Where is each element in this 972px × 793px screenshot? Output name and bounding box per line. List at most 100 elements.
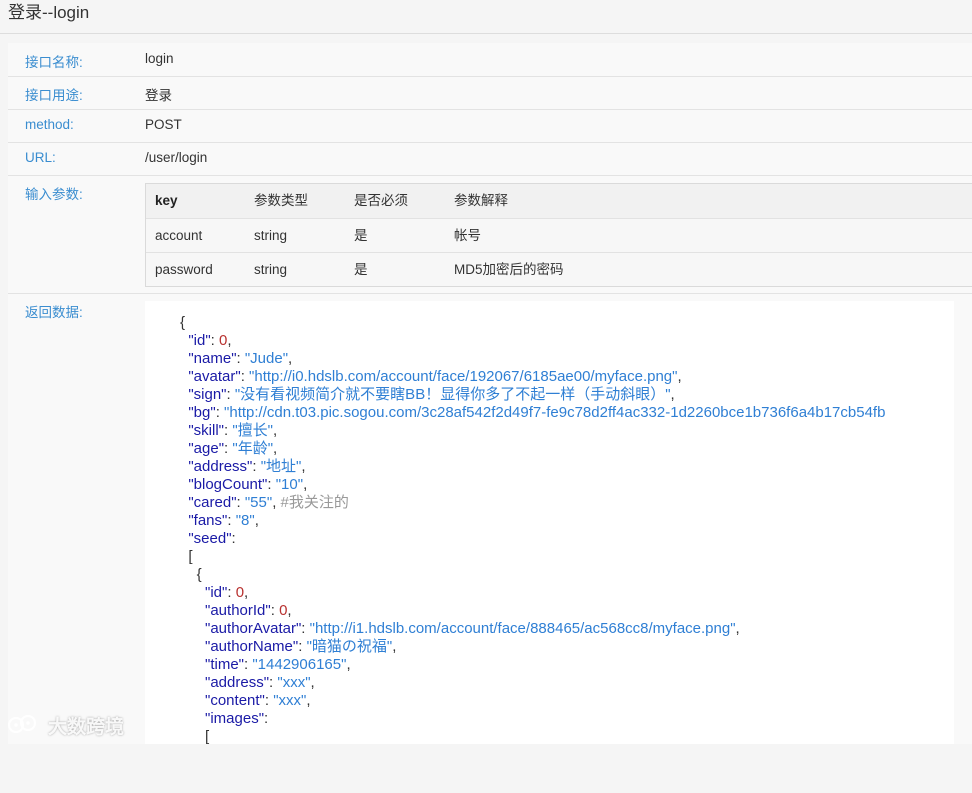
json-key: "age" xyxy=(188,440,225,457)
json-punct: : xyxy=(301,620,310,637)
table-row: password string 是 MD5加密后的密码 xyxy=(146,253,972,286)
json-punct: : xyxy=(215,404,225,421)
json-punct: { xyxy=(180,566,202,583)
json-key: "images" xyxy=(205,710,265,727)
json-key: "content" xyxy=(205,692,265,709)
json-punct: , xyxy=(670,386,675,403)
json-punct: , xyxy=(244,584,249,601)
json-punct xyxy=(180,656,205,673)
json-string: "55" xyxy=(244,494,273,511)
json-punct xyxy=(180,692,205,709)
json-punct: , xyxy=(677,368,682,385)
field-value-method: POST xyxy=(145,117,182,132)
field-row-purpose: 接口用途: 登录 xyxy=(8,76,972,110)
params-label: 输入参数: xyxy=(25,187,83,202)
response-label: 返回数据: xyxy=(25,305,83,320)
field-label-url: URL: xyxy=(25,150,56,165)
json-punct: : xyxy=(264,692,274,709)
json-punct xyxy=(180,620,205,637)
json-punct xyxy=(180,674,205,691)
json-key: "id" xyxy=(205,584,228,601)
json-string: "8" xyxy=(235,512,255,529)
field-label-name: 接口名称: xyxy=(25,55,83,70)
json-punct xyxy=(180,710,205,727)
json-punct xyxy=(180,602,205,619)
param-description: 帐号 xyxy=(454,228,481,243)
param-type: string xyxy=(254,262,288,277)
field-row-method: method: POST xyxy=(8,109,972,143)
json-punct: , xyxy=(735,620,740,637)
json-punct: : xyxy=(264,710,269,727)
json-punct: : xyxy=(298,638,307,655)
response-code-block[interactable]: { "id": 0, "name": "Jude", "avatar": "ht… xyxy=(145,301,954,744)
page-title: 登录--login xyxy=(8,3,90,22)
json-string: "暗猫の祝福" xyxy=(306,638,393,655)
json-key: "seed" xyxy=(188,530,232,547)
params-table: key 参数类型 是否必须 参数解释 account string 是 帐号 p… xyxy=(145,183,972,287)
json-string: "xxx" xyxy=(277,674,311,691)
header-description: 参数解释 xyxy=(454,193,508,208)
json-punct: , xyxy=(392,638,397,655)
header-required: 是否必须 xyxy=(354,193,408,208)
field-value-name: login xyxy=(145,51,174,66)
json-key: "authorAvatar" xyxy=(205,620,302,637)
json-string: "xxx" xyxy=(273,692,307,709)
api-doc-panel: 接口名称: login 接口用途: 登录 method: POST URL: /… xyxy=(8,43,972,744)
field-value-url: /user/login xyxy=(145,150,208,165)
json-key: "bg" xyxy=(188,404,216,421)
params-table-header: key 参数类型 是否必须 参数解释 xyxy=(146,184,972,219)
json-punct: : xyxy=(227,512,236,529)
response-json: { "id": 0, "name": "Jude", "avatar": "ht… xyxy=(180,314,885,744)
json-number: 0 xyxy=(235,584,245,601)
json-key: "address" xyxy=(188,458,253,475)
json-punct: , xyxy=(303,476,308,493)
json-key: "authorId" xyxy=(205,602,271,619)
field-label-purpose: 接口用途: xyxy=(25,88,83,103)
header-type: 参数类型 xyxy=(254,193,308,208)
json-key: "name" xyxy=(188,350,237,367)
json-punct: [ xyxy=(180,728,210,744)
json-punct: , xyxy=(273,422,278,439)
json-key: "blogCount" xyxy=(188,476,268,493)
json-punct: : xyxy=(252,458,261,475)
json-key: "sign" xyxy=(188,386,227,403)
json-punct: : xyxy=(236,350,245,367)
json-string: "http://cdn.t03.pic.sogou.com/3c28af542f… xyxy=(224,404,886,421)
json-punct: , xyxy=(287,602,292,619)
json-string: "擅长" xyxy=(232,422,273,439)
json-punct: : xyxy=(231,530,236,547)
json-punct: : xyxy=(267,476,276,493)
table-row: account string 是 帐号 xyxy=(146,219,972,253)
json-key: "skill" xyxy=(188,422,224,439)
field-label-method: method: xyxy=(25,117,74,132)
param-type: string xyxy=(254,228,288,243)
json-string: "http://i0.hdslb.com/account/face/192067… xyxy=(249,368,678,385)
json-punct xyxy=(180,584,205,601)
json-punct: : xyxy=(210,332,220,349)
json-string: "Jude" xyxy=(244,350,289,367)
json-punct: , xyxy=(310,674,315,691)
json-key: "fans" xyxy=(188,512,228,529)
json-punct: , xyxy=(306,692,311,709)
json-punct: [ xyxy=(180,548,193,565)
field-value-purpose: 登录 xyxy=(145,88,172,103)
json-string: "年龄" xyxy=(232,440,274,457)
json-punct: { xyxy=(180,314,186,331)
json-punct: : xyxy=(240,368,250,385)
json-punct xyxy=(180,638,205,655)
json-punct: : xyxy=(226,386,235,403)
header-key: key xyxy=(155,193,178,208)
json-string: "地址" xyxy=(260,458,302,475)
json-punct: , xyxy=(288,350,293,367)
json-punct: , xyxy=(272,494,281,511)
json-string: "http://i1.hdslb.com/account/face/888465… xyxy=(309,620,736,637)
param-required: 是 xyxy=(354,228,368,243)
json-string: "没有看视频简介就不要瞎BB！显得你多了不起一样（手动斜眼）" xyxy=(234,386,671,403)
json-punct: , xyxy=(254,512,259,529)
json-punct: , xyxy=(227,332,232,349)
json-key: "avatar" xyxy=(188,368,241,385)
logo-icon xyxy=(7,714,37,734)
json-key: "authorName" xyxy=(205,638,299,655)
json-punct: , xyxy=(301,458,306,475)
param-key: account xyxy=(155,228,203,243)
